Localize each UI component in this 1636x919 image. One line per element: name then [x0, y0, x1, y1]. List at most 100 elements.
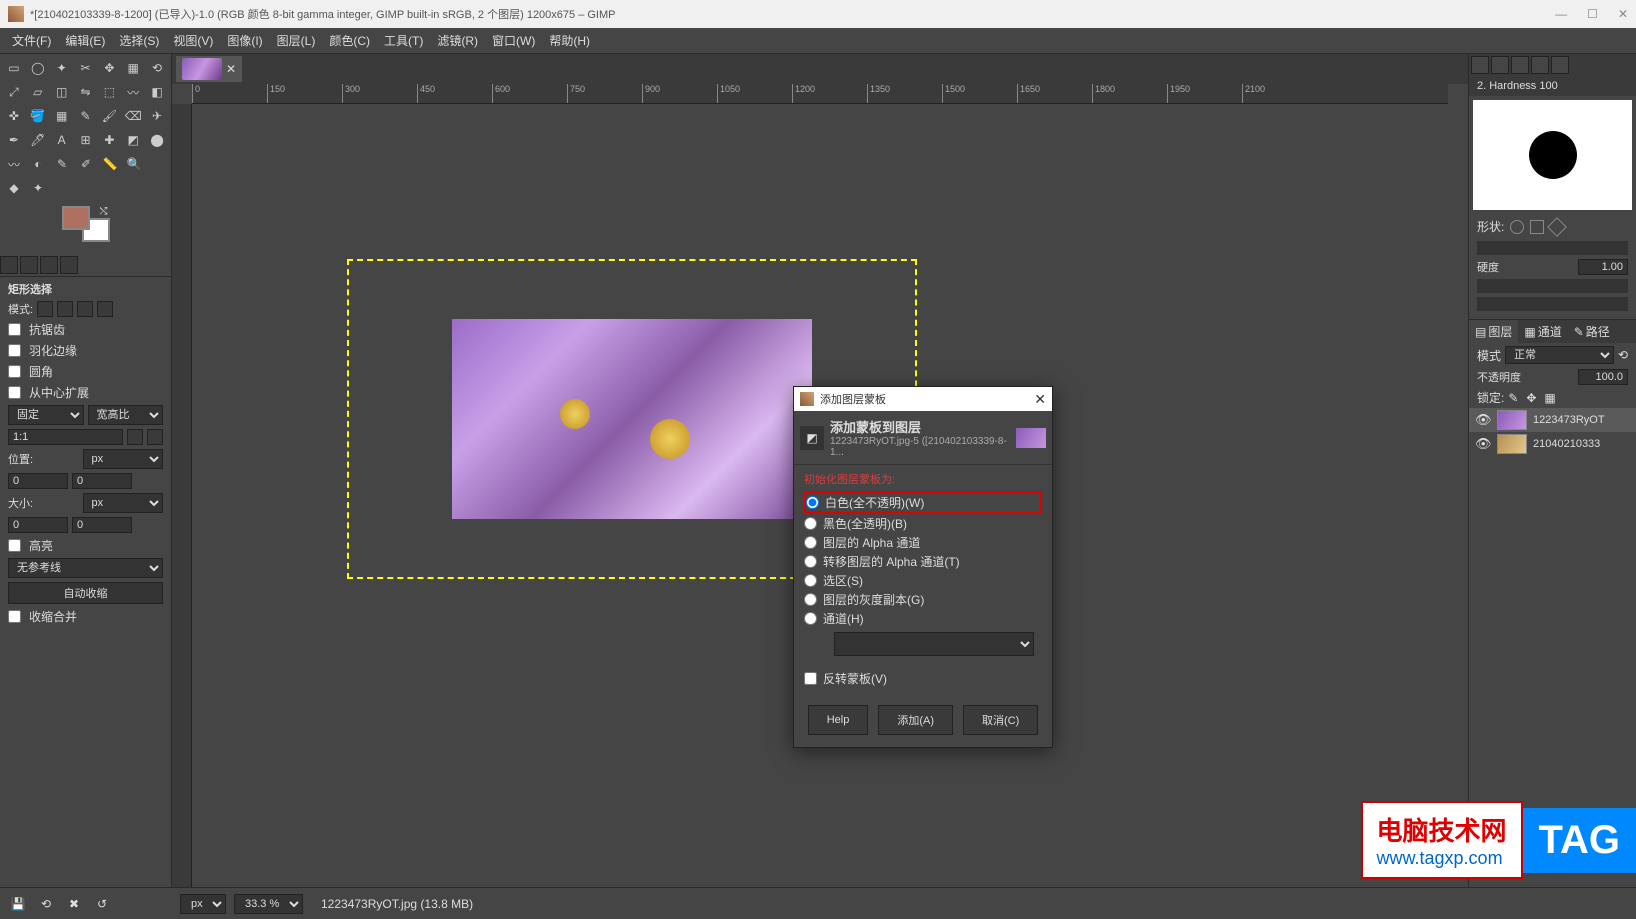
- shear-tool[interactable]: ▱: [28, 82, 48, 102]
- perspective-clone-tool[interactable]: ◩: [123, 130, 143, 150]
- mask-opt-alpha[interactable]: 图层的 Alpha 通道: [804, 533, 1042, 552]
- perspective-tool[interactable]: ◫: [52, 82, 72, 102]
- lock-pixel-icon[interactable]: ✎: [1508, 391, 1522, 405]
- airbrush-tool[interactable]: ✈: [147, 106, 167, 126]
- menu-file[interactable]: 文件(F): [6, 28, 57, 53]
- ratio-portrait[interactable]: [127, 429, 143, 445]
- highlight-check[interactable]: [8, 539, 21, 552]
- measure-tool[interactable]: 📏: [100, 154, 120, 174]
- mask-opt-black[interactable]: 黑色(全透明)(B): [804, 514, 1042, 533]
- dialog-close-icon[interactable]: ✕: [1034, 391, 1046, 408]
- visibility-icon[interactable]: 👁: [1475, 436, 1491, 452]
- unit-select[interactable]: px: [180, 894, 226, 914]
- clone-tool[interactable]: ⊞: [76, 130, 96, 150]
- size-unit[interactable]: px: [83, 493, 164, 513]
- tab-paths[interactable]: ✎路径: [1568, 320, 1616, 343]
- help-button[interactable]: Help: [808, 705, 869, 735]
- mask-opt-white[interactable]: 白色(全不透明)(W): [804, 491, 1042, 514]
- scale-tool[interactable]: ⤢: [4, 82, 24, 102]
- mask-opt-transfer[interactable]: 转移图层的 Alpha 通道(T): [804, 552, 1042, 571]
- heal-tool[interactable]: ✚: [99, 130, 119, 150]
- rounded-check[interactable]: [8, 365, 21, 378]
- extra-tool-1[interactable]: ◆: [4, 178, 24, 198]
- paintbrush-tool[interactable]: 🖌: [99, 106, 119, 126]
- menu-filters[interactable]: 滤镜(R): [431, 28, 484, 53]
- opacity-value[interactable]: 100.0: [1578, 369, 1628, 385]
- fuzzy-select-tool[interactable]: ✦: [52, 58, 72, 78]
- shape-square-icon[interactable]: [1530, 220, 1544, 234]
- ratio-landscape[interactable]: [147, 429, 163, 445]
- shrinkmerged-check[interactable]: [8, 610, 21, 623]
- crop-tool[interactable]: ✂: [76, 58, 96, 78]
- spacing-slider[interactable]: [1477, 241, 1628, 255]
- sb-delete-icon[interactable]: ✖: [64, 894, 84, 914]
- menu-windows[interactable]: 窗口(W): [486, 28, 541, 53]
- brush-tab-4[interactable]: [1531, 56, 1549, 74]
- tab-channels[interactable]: ▦通道: [1518, 320, 1567, 343]
- brush-tab-5[interactable]: [1551, 56, 1569, 74]
- aspect-slider[interactable]: [1477, 297, 1628, 311]
- lock-alpha-icon[interactable]: ▦: [1544, 391, 1558, 405]
- align-tool[interactable]: ▦: [123, 58, 143, 78]
- menu-view[interactable]: 视图(V): [167, 28, 219, 53]
- freeselect-tool[interactable]: ◯: [28, 58, 48, 78]
- mode-add[interactable]: [57, 301, 73, 317]
- menu-tools[interactable]: 工具(T): [378, 28, 429, 53]
- minimize-button[interactable]: —: [1555, 7, 1567, 21]
- eraser-tool[interactable]: ⌫: [123, 106, 143, 126]
- shape-diamond-icon[interactable]: [1547, 217, 1567, 237]
- ruler-vertical[interactable]: [172, 104, 192, 887]
- layer-name[interactable]: 21040210333: [1533, 438, 1600, 450]
- lock-position-icon[interactable]: ✥: [1526, 391, 1540, 405]
- color-picker-tool[interactable]: ✐: [76, 154, 96, 174]
- close-button[interactable]: ✕: [1618, 7, 1628, 21]
- brush-tab-1[interactable]: [1471, 56, 1489, 74]
- mask-radio-black[interactable]: [804, 517, 817, 530]
- add-button[interactable]: 添加(A): [878, 705, 953, 735]
- visibility-icon[interactable]: 👁: [1475, 412, 1491, 428]
- pos-unit[interactable]: px: [83, 449, 164, 469]
- rect-select-tool[interactable]: ▭: [4, 58, 24, 78]
- mask-opt-selection[interactable]: 选区(S): [804, 571, 1042, 590]
- pos-y-input[interactable]: [72, 473, 132, 489]
- cancel-button[interactable]: 取消(C): [963, 705, 1038, 735]
- smudge-tool[interactable]: 〰: [4, 154, 24, 174]
- warp-tool[interactable]: 〰: [123, 82, 143, 102]
- cage-tool[interactable]: ⬚: [99, 82, 119, 102]
- tab-tool-options[interactable]: [0, 256, 18, 274]
- tab-images[interactable]: [60, 256, 78, 274]
- sb-reset-icon[interactable]: ↺: [92, 894, 112, 914]
- tab-device-status[interactable]: [20, 256, 38, 274]
- invert-check[interactable]: [804, 672, 817, 685]
- autoshrink-button[interactable]: 自动收缩: [8, 582, 163, 604]
- blend-mode-select[interactable]: 正常: [1505, 346, 1614, 364]
- hardness-slider[interactable]: [1477, 279, 1628, 293]
- size-h-input[interactable]: [72, 517, 132, 533]
- shape-circle-icon[interactable]: [1510, 220, 1524, 234]
- mode-subtract[interactable]: [77, 301, 93, 317]
- feather-check[interactable]: [8, 344, 21, 357]
- image-tab[interactable]: ✕: [176, 56, 242, 82]
- menu-layer[interactable]: 图层(L): [271, 28, 322, 53]
- mask-radio-transfer[interactable]: [804, 555, 817, 568]
- zoom-tool[interactable]: 🔍: [124, 154, 144, 174]
- tab-layers[interactable]: ▤图层: [1469, 320, 1518, 343]
- pencil-tool[interactable]: ✎: [76, 106, 96, 126]
- mask-opt-gray[interactable]: 图层的灰度副本(G): [804, 590, 1042, 609]
- brush-tab-3[interactable]: [1511, 56, 1529, 74]
- channel-select[interactable]: [834, 632, 1034, 656]
- menu-help[interactable]: 帮助(H): [543, 28, 596, 53]
- text-tool[interactable]: A: [52, 130, 72, 150]
- tab-history[interactable]: [40, 256, 58, 274]
- hardness-value[interactable]: 1.00: [1578, 259, 1628, 275]
- pos-x-input[interactable]: [8, 473, 68, 489]
- sb-revert-icon[interactable]: ⟲: [36, 894, 56, 914]
- guides-select[interactable]: 无参考线: [8, 558, 163, 578]
- dialog-titlebar[interactable]: 添加图层蒙板 ✕: [794, 387, 1052, 411]
- blur-tool[interactable]: ⬤: [147, 130, 167, 150]
- expand-check[interactable]: [8, 386, 21, 399]
- zoom-select[interactable]: 33.3 %: [234, 894, 303, 914]
- mask-radio-gray[interactable]: [804, 593, 817, 606]
- maximize-button[interactable]: ☐: [1587, 7, 1598, 21]
- mode-replace[interactable]: [37, 301, 53, 317]
